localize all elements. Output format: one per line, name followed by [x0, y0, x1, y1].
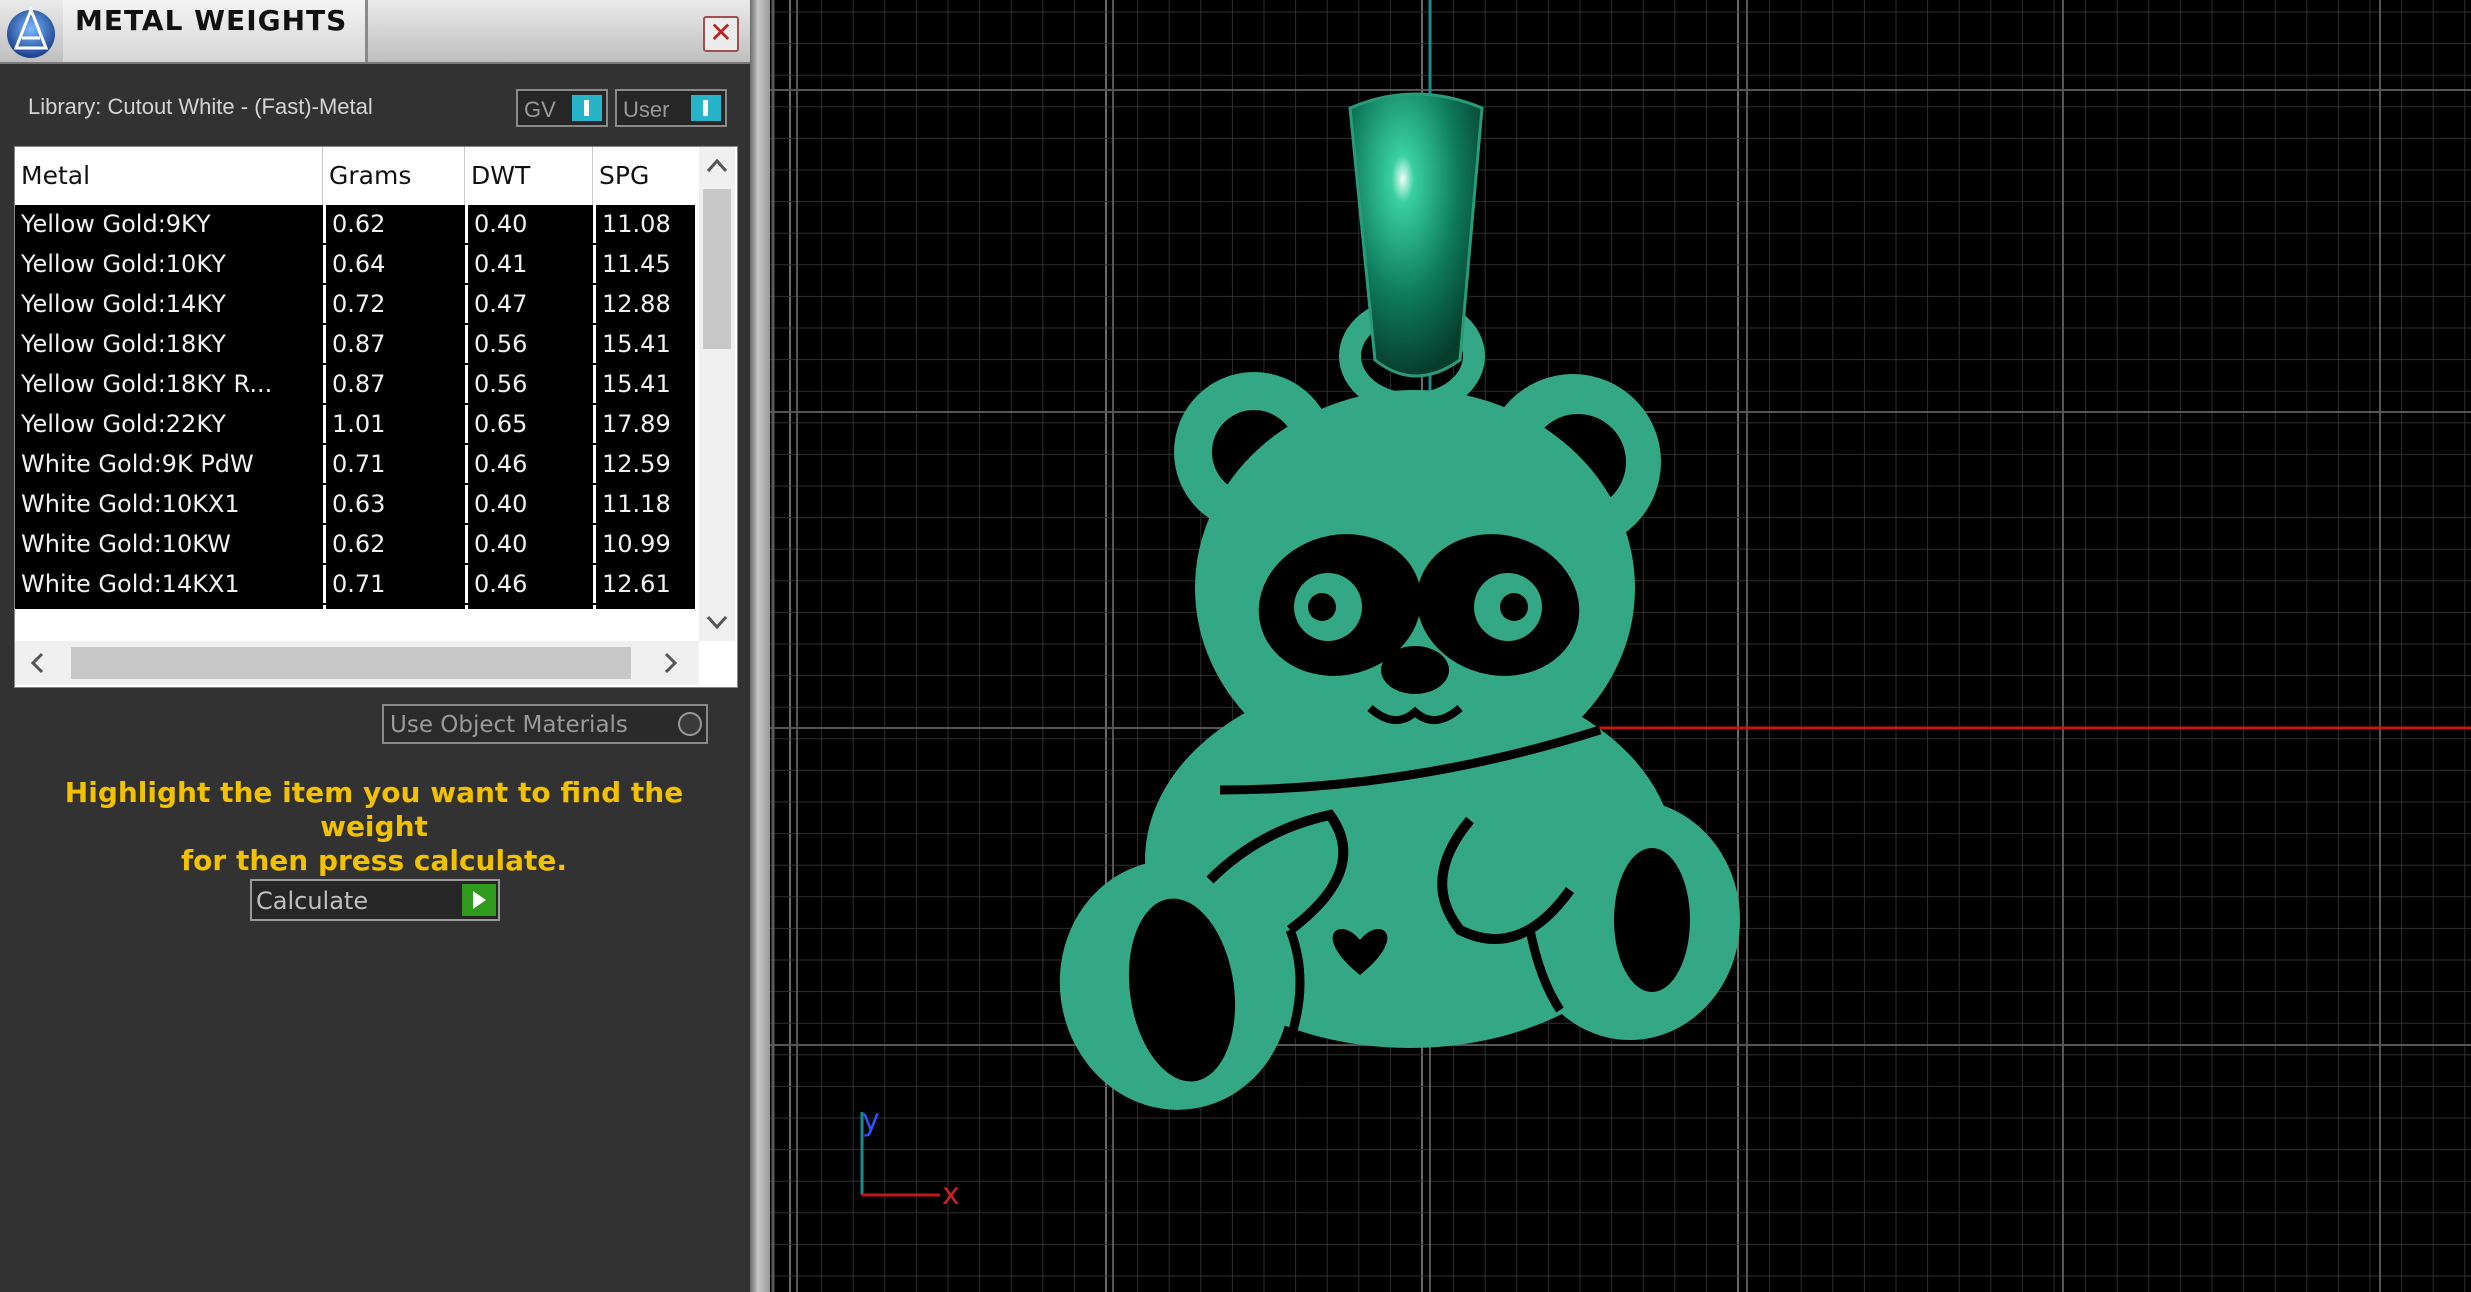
use-object-materials-toggle[interactable]: Use Object Materials: [382, 704, 708, 744]
metal-cell: White Gold:14KX1: [21, 570, 240, 598]
spg-cell: 17.89: [593, 405, 695, 443]
radio-circle-icon: [678, 712, 702, 736]
vertical-scrollbar[interactable]: [699, 147, 735, 641]
horizontal-scroll-thumb[interactable]: [71, 647, 631, 679]
panel-title-tab: METAL WEIGHTS: [63, 0, 368, 62]
table-row[interactable]: White Gold:10KW 0.62 0.40 10.99: [15, 525, 695, 565]
vertical-scroll-thumb[interactable]: [703, 189, 731, 349]
metal-cell: White Gold:10KW: [21, 530, 231, 558]
grams-cell: 0.71: [323, 565, 465, 603]
metal-cell: White Gold:9K PdW: [21, 450, 254, 478]
table-row[interactable]: Yellow Gold:18KY R... 0.87 0.56 15.41: [15, 365, 695, 405]
grams-cell: 0.64: [323, 245, 465, 283]
app-logo-icon: [7, 5, 55, 58]
dwt-cell: 0.56: [465, 325, 593, 363]
grams-cell: 0.87: [323, 325, 465, 363]
column-header-spg[interactable]: SPG: [593, 147, 695, 205]
panel-splitter[interactable]: [750, 0, 770, 1292]
spg-cell: 10.99: [593, 525, 695, 563]
spg-cell: 11.18: [593, 485, 695, 523]
grams-cell: 1.01: [323, 405, 465, 443]
spg-cell: 12.61: [593, 565, 695, 603]
metal-cell: Yellow Gold:18KY R...: [21, 370, 273, 398]
dwt-cell: 0.40: [465, 485, 593, 523]
metal-cell: Yellow Gold:14KY: [21, 290, 226, 318]
column-header-grams[interactable]: Grams: [323, 147, 465, 205]
chevron-up-icon[interactable]: [699, 151, 735, 188]
play-icon: [462, 884, 496, 916]
gv-toggle[interactable]: GV: [516, 89, 608, 127]
table-row[interactable]: Yellow Gold:10KY 0.64 0.41 11.45: [15, 245, 695, 285]
spg-cell: 15.41: [593, 325, 695, 363]
table-row[interactable]: Yellow Gold:9KY 0.62 0.40 11.08: [15, 205, 695, 245]
table-body: Yellow Gold:9KY 0.62 0.40 11.08 Yellow Gold:…: [15, 205, 695, 609]
horizontal-scrollbar[interactable]: [15, 641, 699, 685]
grams-cell: 0.81: [323, 605, 465, 609]
spg-cell: 15.41: [593, 365, 695, 403]
dwt-cell: 0.52: [465, 605, 593, 609]
column-header-dwt[interactable]: DWT: [465, 147, 593, 205]
metal-table: Metal Grams DWT SPG Yellow Gold:9KY 0.62 0…: [14, 146, 738, 688]
metal-cell: Yellow Gold:22KY: [21, 410, 226, 438]
dwt-cell: 0.46: [465, 565, 593, 603]
column-header-metal[interactable]: Metal: [15, 147, 323, 205]
user-toggle[interactable]: User: [615, 89, 727, 127]
grams-cell: 0.87: [323, 365, 465, 403]
calculate-label: Calculate: [256, 887, 369, 915]
toggle-switch-icon: [572, 95, 602, 121]
x-axis-label: x: [942, 1177, 960, 1212]
dwt-cell: 0.56: [465, 365, 593, 403]
3d-viewport[interactable]: y x: [770, 0, 2471, 1292]
grams-cell: 0.62: [323, 525, 465, 563]
table-header: Metal Grams DWT SPG: [15, 147, 695, 205]
metal-cell: White Gold:14K PdW: [15, 605, 323, 609]
metal-cell: Yellow Gold:10KY: [21, 250, 226, 278]
table-row[interactable]: Yellow Gold:18KY 0.87 0.56 15.41: [15, 325, 695, 365]
dwt-cell: 0.46: [465, 445, 593, 483]
use-object-materials-label: Use Object Materials: [390, 712, 628, 738]
spg-cell: 12.59: [593, 445, 695, 483]
metal-cell: White Gold:10KX1: [21, 490, 240, 518]
panda-body: [1059, 297, 1740, 1110]
instruction-line-1: Highlight the item you want to find the …: [64, 776, 684, 843]
table-row[interactable]: White Gold:10KX1 0.63 0.40 11.18: [15, 485, 695, 525]
table-row[interactable]: White Gold:14K PdW0.810.5214.37: [15, 605, 695, 609]
panda-pendant-model[interactable]: y x: [770, 0, 2471, 1292]
dwt-cell: 0.47: [465, 285, 593, 323]
metal-weights-panel: METAL WEIGHTS ✕ Library: Cutout White - …: [0, 0, 750, 1292]
spg-cell: 14.37: [593, 605, 695, 609]
instruction-line-2: for then press calculate.: [180, 844, 567, 877]
calculate-button[interactable]: Calculate: [250, 879, 500, 921]
grams-cell: 0.71: [323, 445, 465, 483]
dwt-cell: 0.40: [465, 205, 593, 243]
panel-titlebar: METAL WEIGHTS ✕: [0, 0, 750, 64]
metal-cell: Yellow Gold:9KY: [21, 210, 211, 238]
spg-cell: 11.45: [593, 245, 695, 283]
chevron-down-icon[interactable]: [699, 607, 735, 644]
panel-title: METAL WEIGHTS: [75, 4, 348, 37]
y-axis-label: y: [862, 1103, 880, 1138]
gv-toggle-label: GV: [524, 97, 556, 122]
chevron-left-icon[interactable]: [23, 648, 53, 685]
dwt-cell: 0.65: [465, 405, 593, 443]
table-row[interactable]: Yellow Gold:14KY 0.72 0.47 12.88: [15, 285, 695, 325]
metal-cell: Yellow Gold:18KY: [21, 330, 226, 358]
library-label: Library: Cutout White - (Fast)-Metal: [28, 94, 373, 119]
chevron-right-icon[interactable]: [655, 648, 685, 685]
table-row[interactable]: Yellow Gold:22KY 1.01 0.65 17.89: [15, 405, 695, 445]
toggle-switch-icon: [691, 95, 721, 121]
close-button[interactable]: ✕: [703, 16, 739, 52]
grams-cell: 0.72: [323, 285, 465, 323]
table-row[interactable]: White Gold:9K PdW 0.71 0.46 12.59: [15, 445, 695, 485]
table-row[interactable]: White Gold:14KX1 0.71 0.46 12.61: [15, 565, 695, 605]
dwt-cell: 0.41: [465, 245, 593, 283]
instruction-text: Highlight the item you want to find the …: [20, 776, 728, 878]
spg-cell: 12.88: [593, 285, 695, 323]
grams-cell: 0.63: [323, 485, 465, 523]
user-toggle-label: User: [623, 97, 670, 122]
close-icon: ✕: [709, 16, 733, 49]
dwt-cell: 0.40: [465, 525, 593, 563]
spg-cell: 11.08: [593, 205, 695, 243]
grams-cell: 0.62: [323, 205, 465, 243]
